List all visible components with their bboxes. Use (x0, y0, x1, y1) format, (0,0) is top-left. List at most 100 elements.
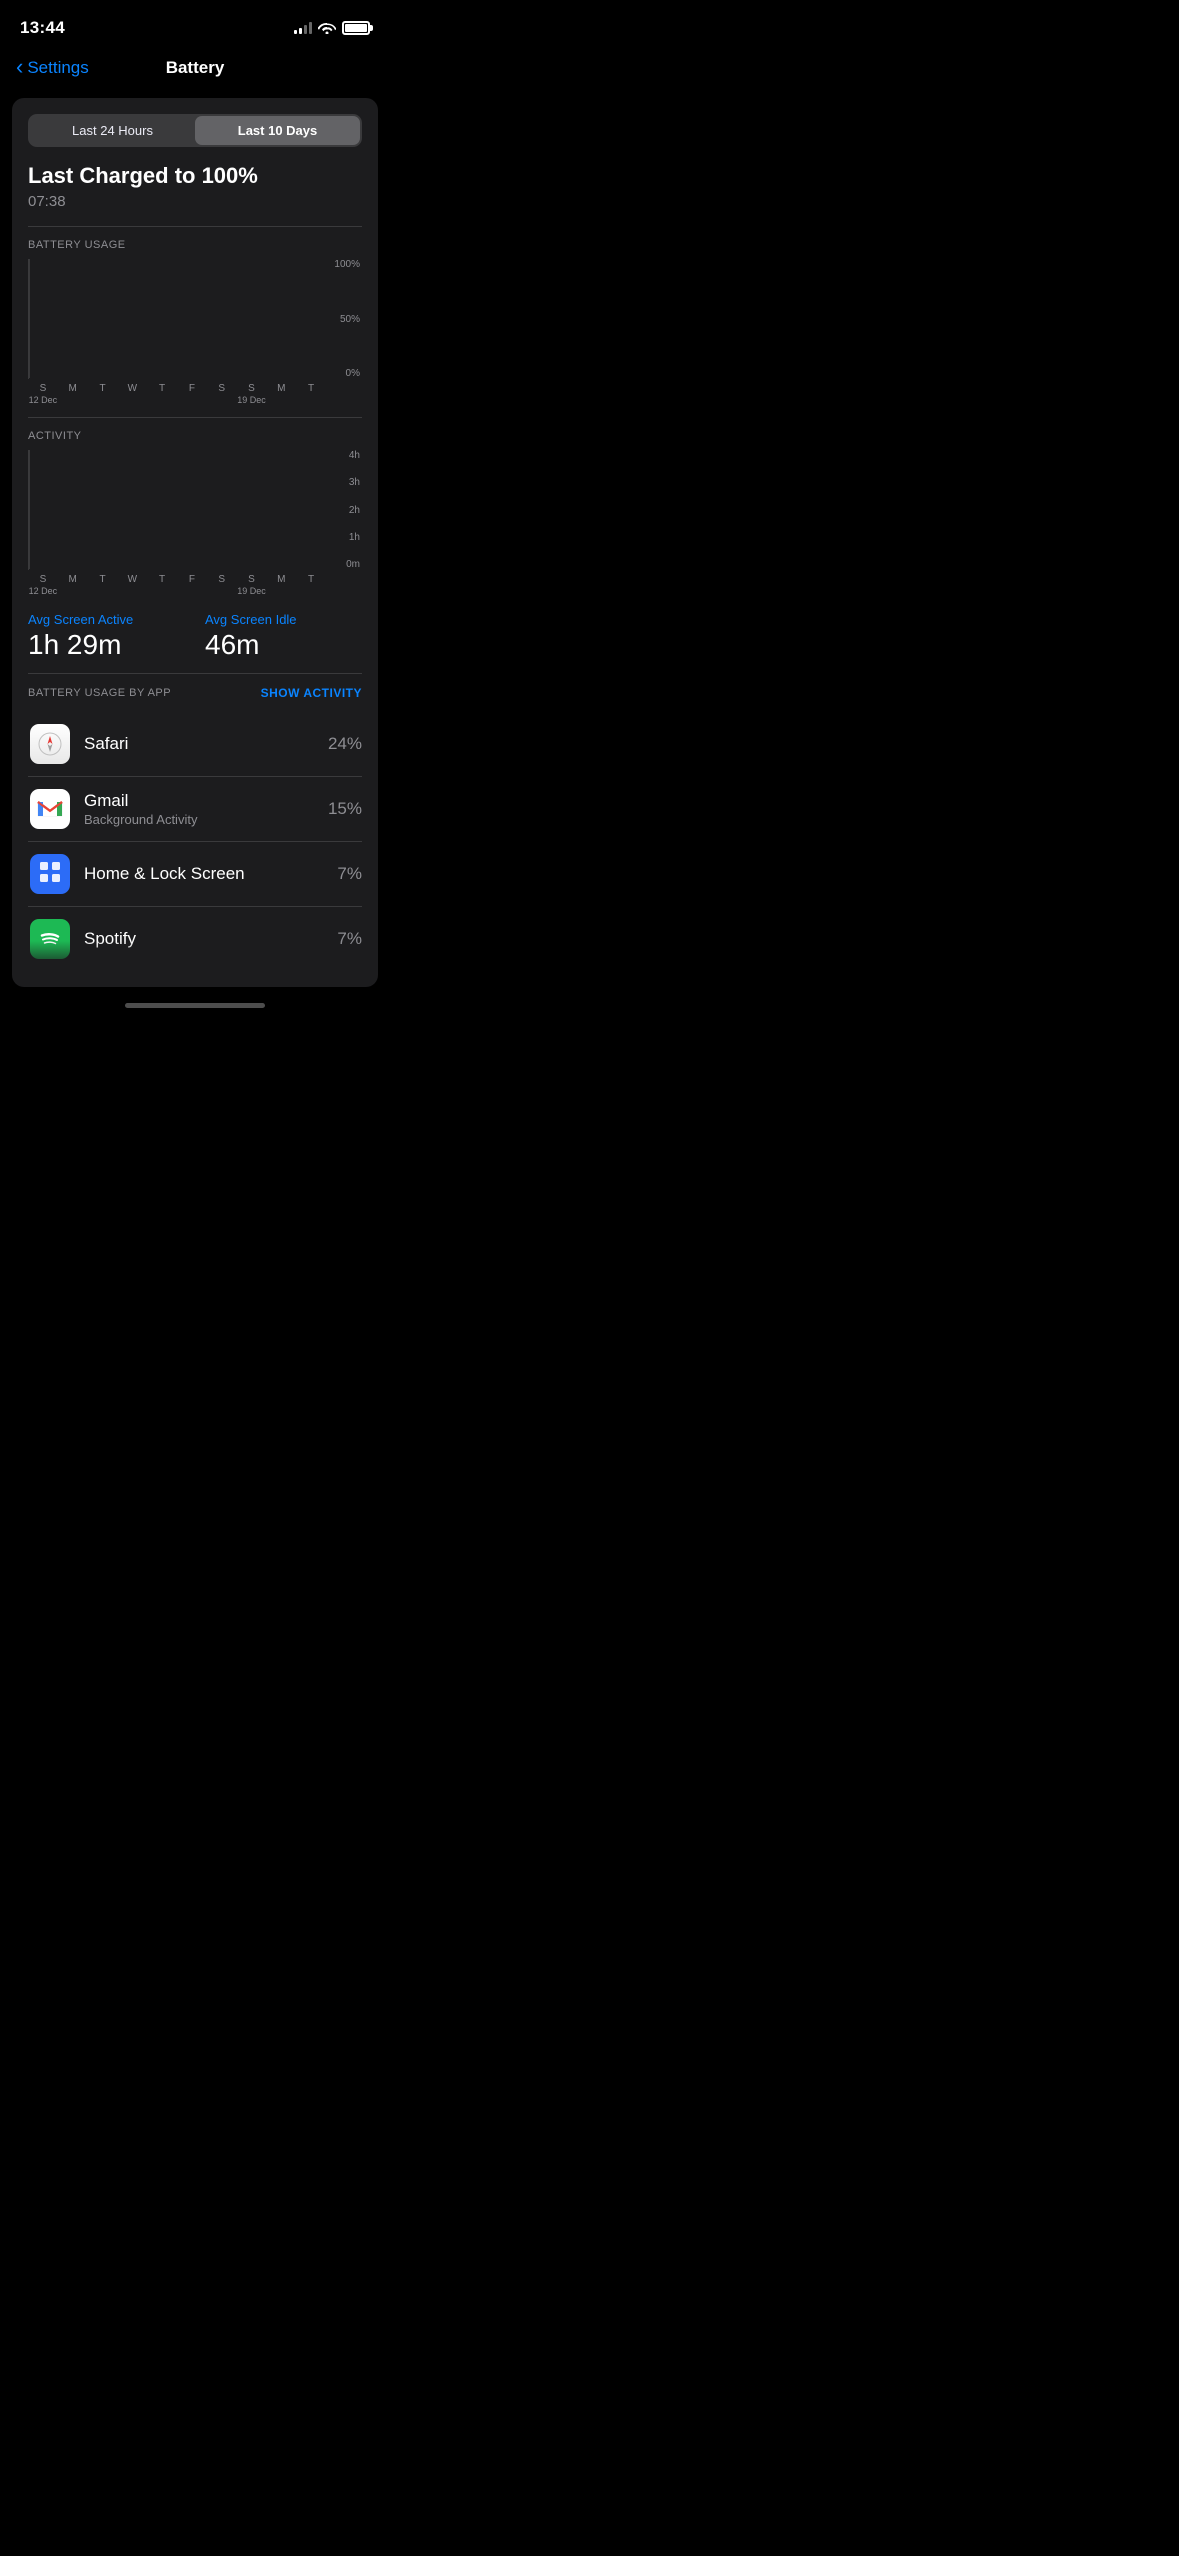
activity-x-label-group: T (296, 574, 326, 596)
avg-screen-idle: Avg Screen Idle 46m (205, 612, 362, 661)
signal-icon (294, 22, 312, 34)
spotify-name: Spotify (84, 929, 337, 949)
status-bar: 13:44 (0, 0, 390, 50)
status-time: 13:44 (20, 18, 65, 38)
homescreen-info: Home & Lock Screen (84, 864, 337, 884)
activity-x-label-day: T (296, 574, 326, 585)
y-label-2h: 2h (326, 505, 362, 516)
y-label-100: 100% (326, 259, 362, 270)
x-label-day: F (177, 383, 207, 394)
back-button[interactable]: ‹ Settings (16, 58, 89, 78)
safari-name: Safari (84, 734, 328, 754)
homescreen-pct: 7% (337, 864, 362, 884)
avg-idle-value: 46m (205, 629, 362, 661)
app-list: Safari 24% (28, 712, 362, 971)
activity-chart: 4h 3h 2h 1h 0m S12 DecMTWTFSS19 DecMT (28, 450, 362, 596)
x-label-day: T (147, 383, 177, 394)
avg-active-label: Avg Screen Active (28, 612, 185, 627)
y-label-50: 50% (326, 314, 362, 325)
activity-x-label-day: M (58, 574, 88, 585)
home-indicator-bar (125, 1003, 265, 1008)
wifi-icon (318, 20, 336, 37)
safari-pct: 24% (328, 734, 362, 754)
by-app-label: BATTERY USAGE BY APP (28, 687, 171, 699)
safari-icon (28, 722, 72, 766)
activity-x-label-group: M (58, 574, 88, 596)
avg-active-value: 1h 29m (28, 629, 185, 661)
x-label-group: S19 Dec (237, 383, 267, 405)
gmail-sub: Background Activity (84, 812, 328, 827)
y-label-4h: 4h (326, 450, 362, 461)
battery-status-icon (342, 21, 370, 35)
gmail-name: Gmail (84, 791, 328, 811)
app-row-spotify[interactable]: Spotify 7% (28, 907, 362, 971)
activity-x-label-group: S (207, 574, 237, 596)
x-label-day: T (296, 383, 326, 394)
avg-screen-active: Avg Screen Active 1h 29m (28, 612, 185, 661)
last-charged-title: Last Charged to 100% (28, 163, 362, 189)
gmail-pct: 15% (328, 799, 362, 819)
activity-x-label-day: T (147, 574, 177, 585)
segment-control: Last 24 Hours Last 10 Days (28, 114, 362, 147)
app-row-safari[interactable]: Safari 24% (28, 712, 362, 777)
x-label-day: S (28, 383, 58, 394)
activity-x-label-date: 12 Dec (28, 586, 58, 596)
avg-stats: Avg Screen Active 1h 29m Avg Screen Idle… (28, 608, 362, 661)
spotify-info: Spotify (84, 929, 337, 949)
y-label-0: 0% (326, 368, 362, 379)
x-label-day: W (117, 383, 147, 394)
activity-chart-area (28, 450, 29, 570)
x-label-group: M (58, 383, 88, 405)
divider-1 (28, 226, 362, 227)
x-label-group: T (147, 383, 177, 405)
segment-24hours[interactable]: Last 24 Hours (30, 116, 195, 145)
app-row-homescreen[interactable]: Home & Lock Screen 7% (28, 842, 362, 907)
show-activity-button[interactable]: SHOW ACTIVITY (261, 686, 362, 700)
activity-x-label-day: S (237, 574, 267, 585)
battery-usage-label: BATTERY USAGE (28, 239, 362, 251)
status-icons (294, 20, 370, 37)
activity-y-labels: 4h 3h 2h 1h 0m (326, 450, 362, 570)
activity-x-label-day: F (177, 574, 207, 585)
gmail-info: Gmail Background Activity (84, 791, 328, 827)
divider-2 (28, 417, 362, 418)
activity-x-label-day: S (207, 574, 237, 585)
x-label-group: S12 Dec (28, 383, 58, 405)
x-label-day: S (207, 383, 237, 394)
safari-info: Safari (84, 734, 328, 754)
battery-content-card: Last 24 Hours Last 10 Days Last Charged … (12, 98, 378, 987)
activity-x-label-day: M (266, 574, 296, 585)
activity-x-label-group: T (147, 574, 177, 596)
spotify-icon (28, 917, 72, 961)
activity-x-label-group: S19 Dec (237, 574, 267, 596)
battery-x-axis: S12 DecMTWTFSS19 DecMT (28, 383, 326, 405)
activity-x-label-group: M (266, 574, 296, 596)
x-label-group: S (207, 383, 237, 405)
x-label-day: M (266, 383, 296, 394)
divider-3 (28, 673, 362, 674)
y-label-1h: 1h (326, 532, 362, 543)
segment-10days[interactable]: Last 10 Days (195, 116, 360, 145)
activity-x-axis: S12 DecMTWTFSS19 DecMT (28, 574, 326, 596)
last-charged-time: 07:38 (28, 193, 362, 210)
app-row-gmail[interactable]: Gmail Background Activity 15% (28, 777, 362, 842)
homescreen-name: Home & Lock Screen (84, 864, 337, 884)
x-label-day: T (88, 383, 118, 394)
activity-x-label-group: T (88, 574, 118, 596)
activity-x-label-group: S12 Dec (28, 574, 58, 596)
x-label-date: 19 Dec (237, 395, 267, 405)
page-title: Battery (166, 58, 225, 78)
nav-bar: ‹ Settings Battery (0, 50, 390, 90)
x-label-group: F (177, 383, 207, 405)
activity-x-label-group: W (117, 574, 147, 596)
x-label-date: 12 Dec (28, 395, 58, 405)
x-label-group: W (117, 383, 147, 405)
activity-x-label-day: T (88, 574, 118, 585)
x-label-day: M (58, 383, 88, 394)
x-label-group: T (296, 383, 326, 405)
activity-x-label-day: S (28, 574, 58, 585)
chevron-left-icon: ‹ (16, 56, 23, 78)
by-app-header: BATTERY USAGE BY APP SHOW ACTIVITY (28, 686, 362, 700)
battery-chart-area (28, 259, 29, 379)
activity-x-label-date: 19 Dec (237, 586, 267, 596)
